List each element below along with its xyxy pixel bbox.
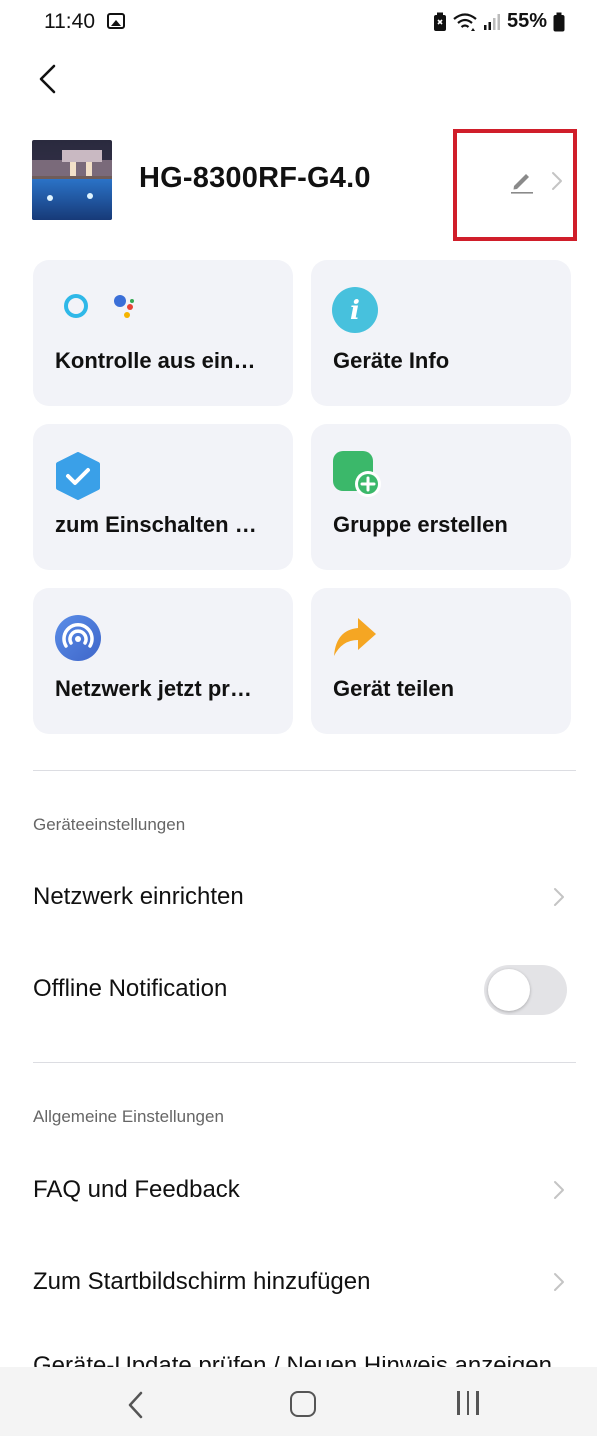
- status-time: 11:40: [44, 10, 95, 33]
- tile-share-device[interactable]: Gerät teilen: [311, 588, 571, 734]
- status-bar: 11:40 55%: [0, 0, 597, 48]
- tile-label: Kontrolle aus ein…: [55, 348, 256, 373]
- share-arrow-icon: [332, 616, 380, 665]
- back-button[interactable]: [34, 62, 66, 98]
- chevron-right-icon: [551, 886, 567, 913]
- signal-icon: [483, 13, 500, 30]
- battery-icon: [553, 12, 565, 31]
- system-nav-bar: [0, 1367, 597, 1436]
- row-label: FAQ und Feedback: [33, 1176, 240, 1203]
- wifi-icon: [453, 12, 477, 31]
- nav-home-icon[interactable]: [290, 1391, 316, 1417]
- checkmark-shield-icon: [54, 452, 102, 505]
- tile-label: Gruppe erstellen: [333, 512, 508, 537]
- offline-notification-toggle[interactable]: [484, 965, 567, 1015]
- tile-label: Gerät teilen: [333, 676, 455, 701]
- row-label: Netzwerk einrichten: [33, 883, 244, 910]
- pencil-icon[interactable]: [509, 168, 535, 199]
- divider: [33, 1062, 576, 1063]
- svg-text:i: i: [350, 296, 360, 326]
- tile-label: zum Einschalten …: [55, 512, 257, 537]
- tile-device-info[interactable]: i Geräte Info: [311, 260, 571, 406]
- nav-back-icon[interactable]: [126, 1391, 146, 1424]
- section-title-device-settings: Geräteeinstellungen: [33, 815, 186, 834]
- add-group-icon: [332, 450, 382, 505]
- tile-network-check[interactable]: Netzwerk jetzt pr…: [33, 588, 293, 734]
- device-name: HG-8300RF-G4.0: [139, 162, 371, 194]
- tile-power-on-behavior[interactable]: zum Einschalten …: [33, 424, 293, 570]
- row-label: Zum Startbildschirm hinzufügen: [33, 1268, 371, 1295]
- nav-recents-icon[interactable]: [457, 1391, 479, 1415]
- device-thumbnail: [32, 140, 112, 220]
- info-icon: i: [331, 286, 379, 339]
- section-title-general-settings: Allgemeine Einstellungen: [33, 1107, 224, 1126]
- row-label: Offline Notification: [33, 975, 228, 1002]
- divider: [33, 770, 576, 771]
- chevron-right-icon: [551, 1179, 567, 1206]
- alexa-google-assistant-icon: [54, 288, 134, 329]
- tile-create-group[interactable]: Gruppe erstellen: [311, 424, 571, 570]
- tile-label: Netzwerk jetzt pr…: [55, 676, 252, 701]
- status-right-group: 55%: [433, 10, 565, 33]
- chevron-right-icon[interactable]: [549, 170, 565, 197]
- tile-third-party-control[interactable]: Kontrolle aus ein…: [33, 260, 293, 406]
- battery-saver-icon: [433, 12, 446, 31]
- tile-label: Geräte Info: [333, 348, 450, 373]
- image-icon: [107, 13, 125, 29]
- chevron-left-icon: [39, 64, 56, 94]
- chevron-right-icon: [551, 1271, 567, 1298]
- network-check-icon: [54, 614, 102, 667]
- battery-percent: 55%: [506, 10, 547, 32]
- toggle-knob: [488, 969, 530, 1011]
